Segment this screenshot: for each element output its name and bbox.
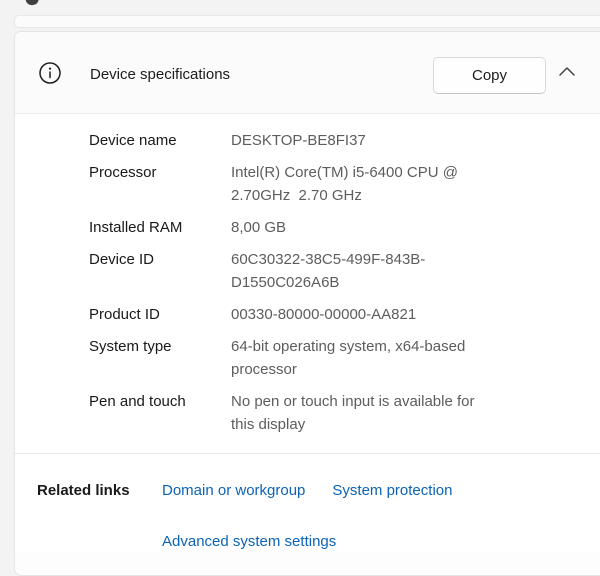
spec-label: Device name [89, 132, 177, 149]
related-links-row: Advanced system settings [162, 530, 600, 553]
spec-row: Device ID 60C30322-38C5-499F-843B- D1550… [89, 248, 600, 294]
previous-card-edge [14, 15, 600, 28]
link-advanced-system-settings[interactable]: Advanced system settings [162, 533, 336, 550]
link-domain-or-workgroup[interactable]: Domain or workgroup [162, 479, 305, 502]
spec-value: 60C30322-38C5-499F-843B- D1550C026A6B [231, 251, 426, 291]
copy-button[interactable]: Copy [433, 57, 546, 94]
spec-label: System type [89, 338, 172, 355]
spec-label: Processor [89, 164, 157, 181]
spec-row: Installed RAM 8,00 GB [89, 216, 600, 239]
spec-value: Intel(R) Core(TM) i5-6400 CPU @ 2.70GHz … [231, 164, 458, 204]
related-links-row: Related links Domain or workgroup System… [37, 479, 600, 502]
spec-list: Device name DESKTOP-BE8FI37 Processor In… [15, 114, 600, 453]
spec-label: Device ID [89, 251, 155, 268]
spec-value: DESKTOP-BE8FI37 [231, 132, 366, 149]
spec-value: 8,00 GB [231, 219, 287, 236]
device-specifications-expander-header[interactable]: Device specifications Copy [15, 32, 600, 114]
spec-label: Pen and touch [89, 393, 186, 410]
related-links-label: Related links [37, 482, 130, 499]
info-icon [39, 62, 61, 84]
card-title: Device specifications [90, 66, 231, 83]
link-system-protection[interactable]: System protection [332, 479, 452, 502]
settings-about-page: { "page": { "background": "#f3f3f3" }, "… [0, 0, 600, 576]
spec-row: System type 64-bit operating system, x64… [89, 335, 600, 381]
spec-value: 64-bit operating system, x64-based proce… [231, 338, 466, 378]
spec-value: 00330-80000-00000-AA821 [231, 306, 417, 323]
spec-row: Pen and touch No pen or touch input is a… [89, 390, 600, 436]
spec-label: Product ID [89, 306, 160, 323]
cropped-icon-fragment [25, 0, 40, 7]
related-links-section: Related links Domain or workgroup System… [15, 453, 600, 553]
chevron-up-icon[interactable] [558, 65, 576, 79]
spec-row: Processor Intel(R) Core(TM) i5-6400 CPU … [89, 161, 600, 207]
spec-value: No pen or touch input is available for t… [231, 393, 475, 433]
spec-row: Product ID 00330-80000-00000-AA821 [89, 303, 600, 326]
spec-row: Device name DESKTOP-BE8FI37 [89, 129, 600, 152]
spec-label: Installed RAM [89, 219, 183, 236]
device-specifications-card: Device specifications Copy Device name D… [14, 31, 600, 576]
